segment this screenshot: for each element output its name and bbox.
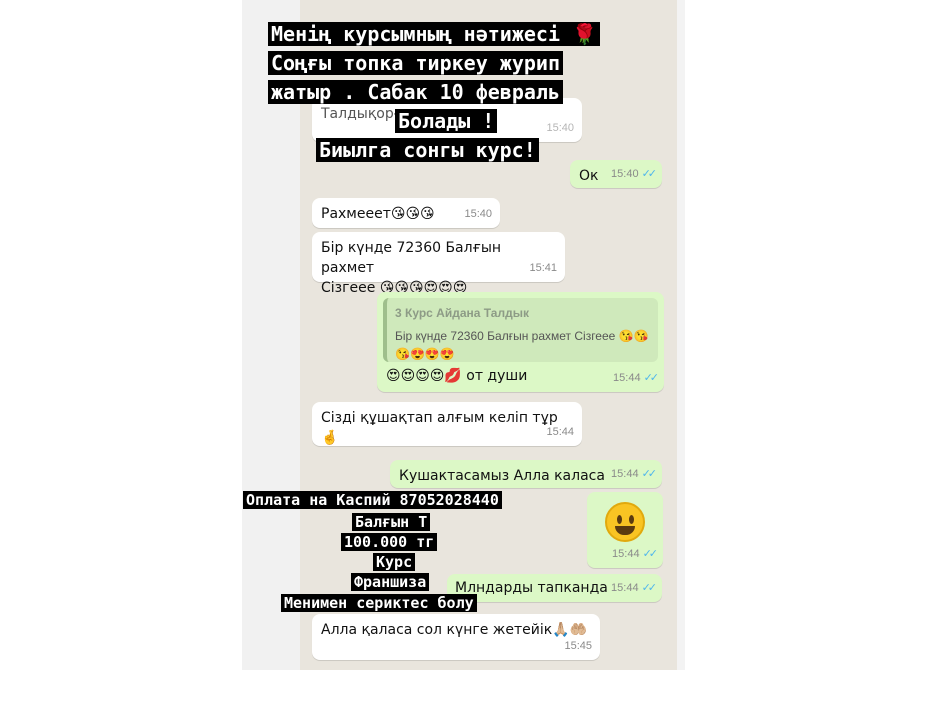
payment-line-6: Менимен сериктес болу: [281, 592, 477, 614]
message-ok[interactable]: Ок 15:40 ✓✓: [570, 160, 662, 188]
message-time: 15:40: [546, 122, 574, 134]
message-smiley[interactable]: 15:44 ✓✓: [587, 492, 663, 568]
quote-text-line2: 😘😍😍😍: [395, 347, 455, 361]
message-text: Алла қаласа сол күнге жетейік🙏🏼🤲🏼: [321, 622, 588, 638]
message-rahmet[interactable]: Рахмееет😘😘😘 15:40: [312, 198, 500, 228]
payment-line-1: Оплата на Каспий 87052028440: [243, 489, 502, 511]
message-time: 15:45: [564, 640, 592, 652]
caption-line-3: жатыр . Сабак 10 февраль: [268, 78, 563, 107]
message-text: Сізді құшақтап алғым келіп тұр 🤞: [321, 410, 558, 446]
message-text: Млндарды тапканда: [455, 580, 608, 596]
message-reply[interactable]: 3 Курс Айдана Талдык Бір күнде 72360 Бал…: [377, 292, 664, 392]
payment-line-2: Балғын Т: [352, 511, 431, 533]
message-hug[interactable]: Сізді құшақтап алғым келіп тұр 🤞 15:44: [312, 402, 582, 446]
caption-line-1: Менің курсымның нәтижесі 🌹: [268, 20, 600, 49]
caption-line-5: Биылга сонгы курс!: [316, 136, 539, 165]
message-text: Кушактасамыз Алла каласа: [399, 468, 605, 484]
message-millions[interactable]: Млндарды тапканда 15:44 ✓✓: [447, 574, 662, 602]
double-check-icon: ✓✓: [641, 168, 658, 180]
message-time: 15:40 ✓✓: [611, 168, 658, 180]
message-god-willing[interactable]: Алла қаласа сол күнге жетейік🙏🏼🤲🏼 15:45: [312, 614, 600, 660]
payment-line-4: Курс: [373, 551, 416, 573]
quote-author: 3 Курс Айдана Талдык: [395, 306, 529, 320]
message-time: 15:44: [546, 426, 574, 438]
double-check-icon: ✓✓: [641, 582, 658, 594]
grinning-face-icon: [605, 502, 645, 542]
caption-line-4: Болады !: [395, 107, 498, 136]
message-inshallah[interactable]: Кушактасамыз Алла каласа 15:44 ✓✓: [390, 460, 662, 488]
double-check-icon: ✓✓: [643, 372, 660, 384]
message-time: 15:44 ✓✓: [612, 548, 659, 560]
caption-line-2: Соңғы топка тиркеу журип: [268, 49, 563, 78]
message-time: 15:40: [464, 208, 492, 220]
message-thanks[interactable]: Бір күнде 72360 Балғын рахмет Сізгеее 😘😘…: [312, 232, 565, 296]
payment-line-3: 100.000 тг: [341, 531, 438, 553]
double-check-icon: ✓✓: [641, 468, 658, 480]
rose-icon: 🌹: [572, 22, 597, 46]
message-text: Рахмееет😘😘😘: [321, 206, 435, 222]
message-time: 15:41: [529, 262, 557, 274]
payment-line-5: Франшиза: [351, 571, 430, 593]
message-time: 15:44 ✓✓: [611, 468, 658, 480]
message-text: Ок: [579, 168, 599, 184]
message-text: 😍😍😍😍💋 от души: [386, 368, 528, 384]
message-time: 15:44 ✓✓: [613, 372, 660, 384]
quote-text-line1: Бір күнде 72360 Балғын рахмет Сізгеее 😘😘: [395, 329, 649, 343]
message-time: 15:44 ✓✓: [611, 582, 658, 594]
message-text-line1: Бір күнде 72360 Балғын рахмет: [321, 240, 502, 276]
double-check-icon: ✓✓: [642, 548, 659, 560]
quoted-message[interactable]: 3 Курс Айдана Талдык Бір күнде 72360 Бал…: [383, 298, 658, 362]
